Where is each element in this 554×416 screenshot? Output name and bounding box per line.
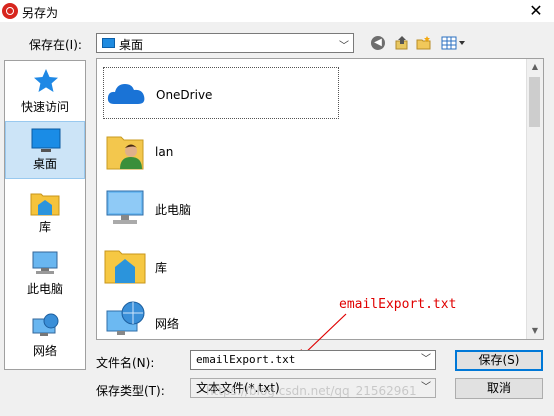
chevron-down-icon: ﹀ (421, 382, 431, 393)
file-list[interactable]: OneDrive lan 此电脑 库 网络 ▲ ▼ (96, 58, 544, 340)
file-name: 库 (155, 261, 168, 275)
place-label: 此电脑 (26, 282, 63, 296)
filename-label: 文件名(N): (96, 356, 155, 370)
chevron-down-icon: ﹀ (339, 41, 349, 52)
filename-input[interactable]: emailExport.txt ﹀ (190, 350, 436, 370)
place-label: 库 (38, 220, 51, 234)
watermark: https://blog.csdn.net/qq_21562961 (206, 384, 417, 398)
view-menu-button[interactable] (441, 35, 467, 51)
filetype-label: 保存类型(T): (96, 384, 165, 398)
place-this-pc[interactable]: 此电脑 (5, 245, 85, 303)
place-library[interactable]: 库 (5, 183, 85, 241)
file-name: 此电脑 (155, 203, 192, 217)
scroll-thumb[interactable] (529, 77, 540, 127)
save-location-value: 桌面 (119, 38, 144, 52)
place-network[interactable]: 网络 (5, 307, 85, 365)
app-icon (2, 3, 18, 19)
file-name: OneDrive (156, 88, 213, 102)
save-in-label: 保存在(I): (29, 38, 82, 52)
close-button[interactable]: ✕ (518, 0, 554, 22)
chevron-down-icon[interactable]: ﹀ (421, 351, 431, 369)
save-location-dropdown[interactable]: 桌面 ﹀ (96, 33, 354, 53)
up-folder-icon (395, 36, 408, 50)
onedrive-icon (107, 84, 145, 104)
back-arrow-icon: ◀ (371, 36, 385, 50)
window-title: 另存为 (22, 6, 59, 20)
places-bar: 快速访问 桌面 库 此电脑 网络 (4, 60, 86, 370)
file-name: 网络 (155, 317, 180, 331)
back-button[interactable]: ◀ (370, 35, 386, 51)
library-icon (30, 193, 60, 216)
place-label: 桌面 (32, 157, 57, 171)
up-folder-button[interactable] (394, 35, 410, 51)
annotation-text: emailExport.txt (339, 297, 457, 312)
view-grid-icon (441, 36, 465, 50)
desktop-icon (31, 128, 61, 152)
network-icon (32, 313, 59, 336)
desktop-icon (102, 38, 115, 48)
new-folder-button[interactable] (416, 35, 432, 51)
file-name: lan (155, 145, 174, 159)
place-quick-access[interactable]: 快速访问 (5, 63, 85, 121)
save-button[interactable]: 保存(S) (455, 350, 543, 371)
scroll-up-icon[interactable]: ▲ (527, 59, 543, 75)
list-item[interactable]: lan (103, 125, 339, 177)
title-bar: 另存为 ✕ (0, 0, 554, 22)
user-folder-icon (106, 136, 144, 170)
place-label: 网络 (32, 344, 57, 358)
list-item[interactable]: OneDrive (103, 67, 339, 119)
scroll-down-icon[interactable]: ▼ (527, 323, 543, 339)
network-icon (106, 301, 145, 335)
computer-icon (106, 190, 144, 224)
library-icon (104, 250, 146, 284)
file-list-scrollbar[interactable]: ▲ ▼ (526, 59, 543, 339)
cancel-button[interactable]: 取消 (455, 378, 543, 399)
new-folder-icon (416, 36, 431, 50)
list-item[interactable]: 库 (103, 239, 339, 291)
filename-value: emailExport.txt (196, 353, 296, 366)
star-icon (34, 69, 58, 92)
computer-icon (32, 251, 58, 274)
place-label: 快速访问 (20, 100, 69, 114)
place-desktop[interactable]: 桌面 (5, 121, 85, 179)
list-item[interactable]: 此电脑 (103, 181, 339, 233)
